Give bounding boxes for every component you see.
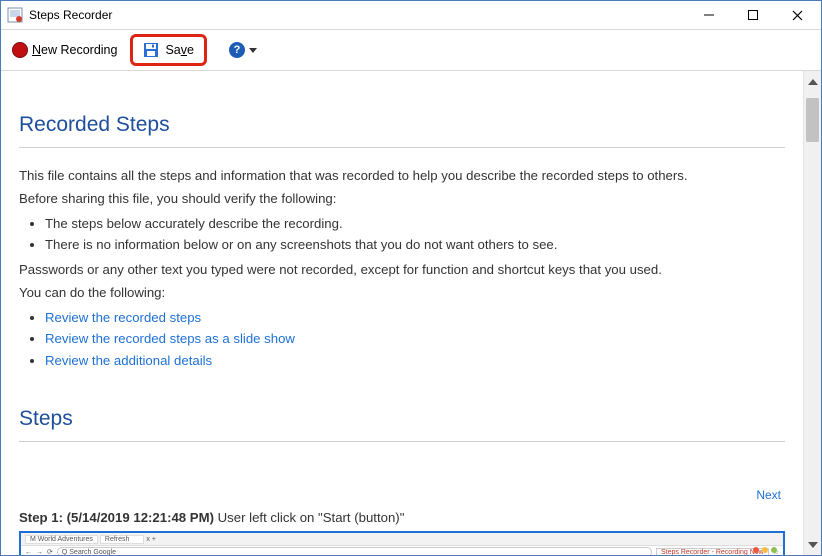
verify-item: The steps below accurately describe the … [45, 214, 785, 234]
scroll-up-button[interactable] [805, 73, 820, 90]
actions-list: Review the recorded steps Review the rec… [45, 308, 785, 371]
new-recording-label: New Recording [32, 43, 117, 57]
new-recording-button[interactable]: New Recording [9, 38, 120, 62]
screenshot-addr: ←→⟳ Q Search Google Steps Recorder - Rec… [21, 546, 783, 555]
scroll-track[interactable] [804, 90, 821, 536]
step-1-screenshot[interactable]: M World Adventures Refresh x + ←→⟳ Q Sea… [19, 531, 785, 555]
help-icon: ? [229, 42, 245, 58]
actions-intro: You can do the following: [19, 283, 785, 303]
minimize-icon [704, 10, 714, 20]
save-button[interactable]: Save [130, 34, 207, 66]
app-icon [7, 7, 23, 23]
list-item: Review the additional details [45, 351, 785, 371]
record-icon [12, 42, 28, 58]
maximize-button[interactable] [731, 2, 775, 29]
titlebar: Steps Recorder [1, 1, 821, 30]
verify-item: There is no information below or on any … [45, 235, 785, 255]
help-dropdown[interactable]: ? [221, 42, 257, 58]
body: Recorded Steps This file contains all th… [1, 71, 821, 555]
document-viewport: Recorded Steps This file contains all th… [1, 71, 803, 555]
toolbar: New Recording Save ? [1, 30, 821, 71]
chevron-down-icon [808, 542, 818, 548]
minimize-button[interactable] [687, 2, 731, 29]
review-details-link[interactable]: Review the additional details [45, 353, 212, 368]
divider [19, 441, 785, 442]
review-slideshow-link[interactable]: Review the recorded steps as a slide sho… [45, 331, 295, 346]
step-1-desc: User left click on "Start (button)" [214, 510, 404, 525]
chevron-down-icon [249, 48, 257, 53]
step-1-header: Step 1: (5/14/2019 12:21:48 PM) User lef… [19, 510, 785, 525]
divider [19, 147, 785, 148]
scroll-thumb[interactable] [806, 98, 819, 142]
intro-text-2: Before sharing this file, you should ver… [19, 189, 785, 209]
next-link[interactable]: Next [756, 488, 781, 502]
maximize-icon [748, 10, 758, 20]
list-item: Review the recorded steps as a slide sho… [45, 329, 785, 349]
vertical-scrollbar[interactable] [803, 71, 821, 555]
window-title: Steps Recorder [29, 8, 112, 22]
intro-text-1: This file contains all the steps and inf… [19, 166, 785, 186]
close-icon [792, 10, 803, 21]
close-button[interactable] [775, 2, 819, 29]
verify-list: The steps below accurately describe the … [45, 214, 785, 256]
save-label: Save [165, 43, 194, 57]
save-icon [143, 42, 159, 58]
chevron-up-icon [808, 79, 818, 85]
scroll-down-button[interactable] [805, 536, 820, 553]
app-window: Steps Recorder New Recording [0, 0, 822, 556]
heading-steps: Steps [19, 407, 785, 431]
list-item: Review the recorded steps [45, 308, 785, 328]
screenshot-window-dots [753, 547, 777, 553]
screenshot-tabrow: M World Adventures Refresh x + [21, 533, 783, 546]
review-steps-link[interactable]: Review the recorded steps [45, 310, 201, 325]
passwords-note: Passwords or any other text you typed we… [19, 260, 785, 280]
heading-recorded-steps: Recorded Steps [19, 113, 785, 137]
step-1-label: Step 1: (5/14/2019 12:21:48 PM) [19, 510, 214, 525]
